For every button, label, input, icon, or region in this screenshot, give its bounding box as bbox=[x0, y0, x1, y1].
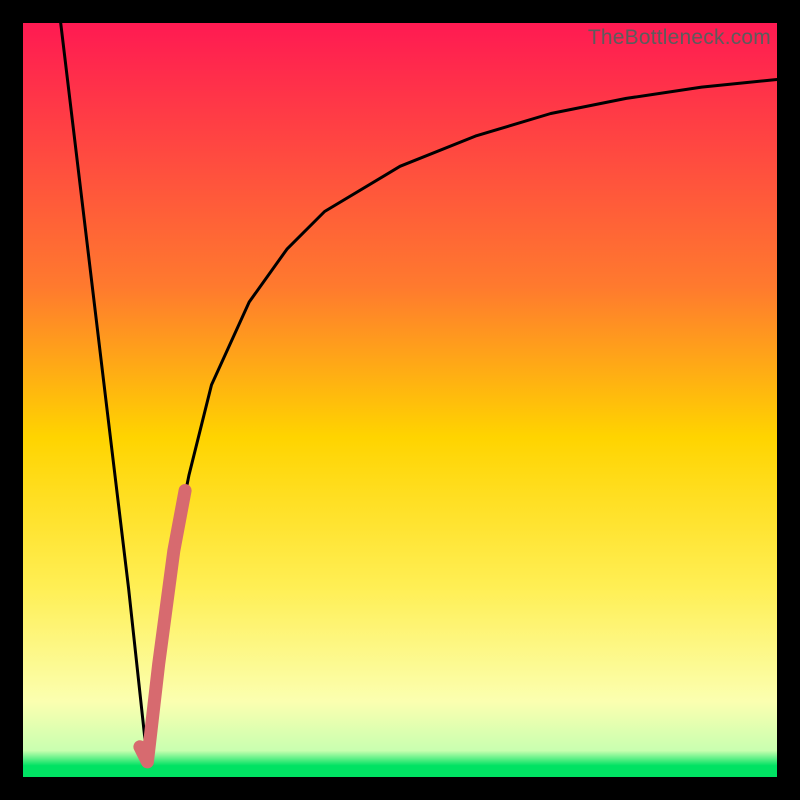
curve-right-branch bbox=[147, 80, 777, 762]
chart-frame: TheBottleneck.com bbox=[0, 0, 800, 800]
plot-area: TheBottleneck.com bbox=[23, 23, 777, 777]
watermark-text: TheBottleneck.com bbox=[588, 26, 771, 50]
curve-highlight-segment bbox=[140, 491, 185, 762]
curve-left-branch bbox=[61, 23, 148, 762]
curves-layer bbox=[23, 23, 777, 777]
